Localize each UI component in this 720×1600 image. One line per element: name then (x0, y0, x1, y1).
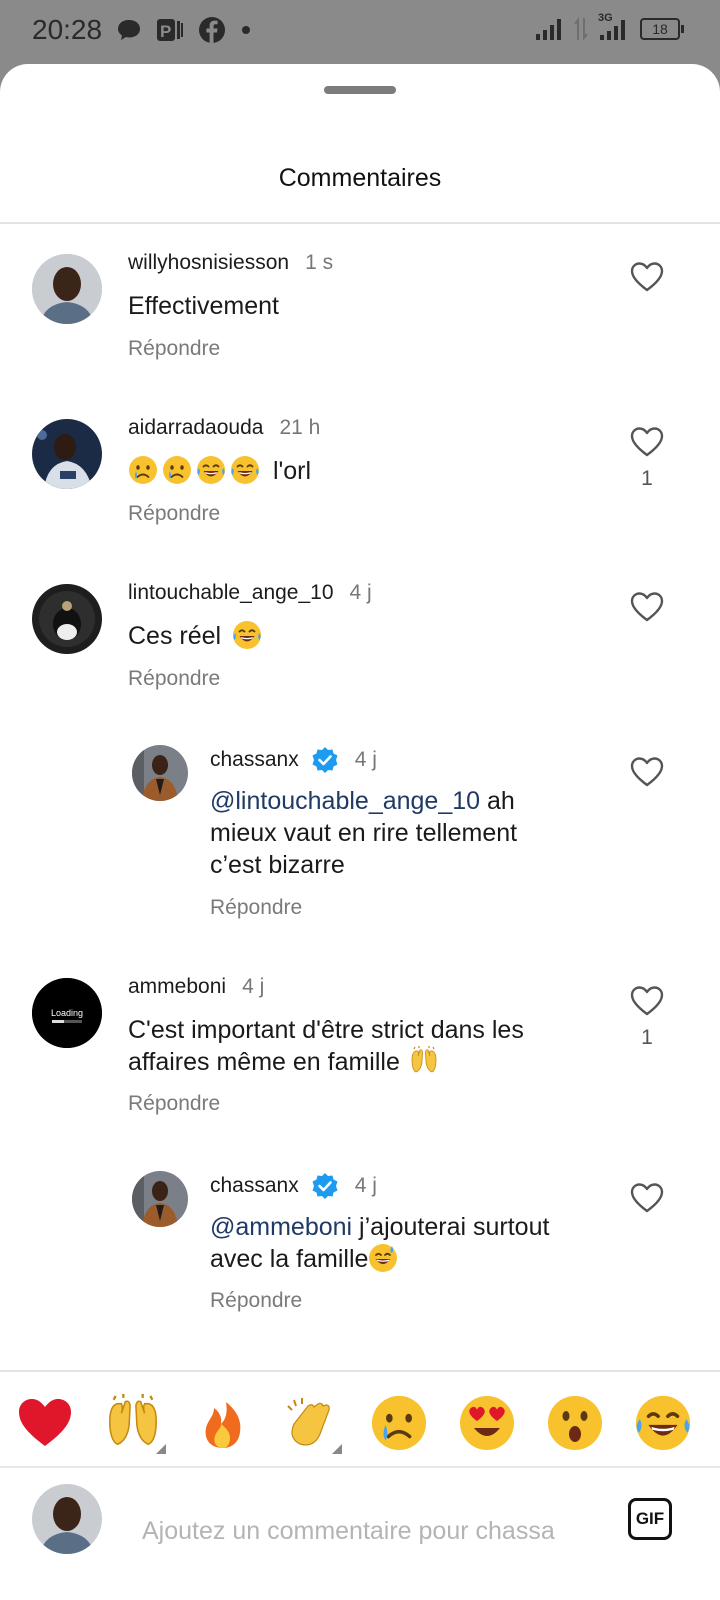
tears-of-joy-icon[interactable] (634, 1394, 692, 1452)
dot-icon (242, 26, 250, 34)
comment-username[interactable]: willyhosnisiesson (128, 251, 289, 275)
parking-icon: P (157, 19, 183, 41)
comment-text: ah (480, 787, 515, 815)
comment-text: j’ajouterai surtout (352, 1213, 550, 1241)
reaction-divider (0, 1370, 720, 1372)
reply-button[interactable]: Répondre (210, 1289, 302, 1313)
comment-time: 4 j (242, 975, 265, 998)
reply-button[interactable]: Répondre (128, 667, 220, 691)
comment-username[interactable]: lintouchable_ange_10 (128, 581, 334, 605)
avatar[interactable]: Loading (32, 978, 102, 1048)
comment-username[interactable]: chassanx (210, 748, 299, 772)
variant-indicator-icon (332, 1444, 342, 1454)
reply-button[interactable]: Répondre (128, 1092, 220, 1116)
quick-reactions (0, 1384, 720, 1468)
heart-eyes-face-icon[interactable] (458, 1394, 516, 1452)
comment-time: 21 h (279, 416, 321, 439)
surprised-face-icon[interactable] (546, 1394, 604, 1452)
raising-hands-reaction[interactable] (104, 1394, 166, 1456)
battery-level: 18 (652, 21, 668, 37)
tears-of-joy-icon (230, 455, 260, 485)
input-divider (0, 1466, 720, 1468)
comment-text: C'est important d'être strict dans les (128, 1016, 524, 1044)
comment-text: avec la famille (210, 1245, 369, 1273)
reply-button[interactable]: Répondre (210, 896, 302, 920)
comment-composer: GIF (0, 1470, 720, 1600)
signal-3g-icon (600, 20, 625, 40)
avatar-loading-text: Loading (51, 1008, 83, 1018)
facebook-icon (199, 17, 225, 43)
raising-hands-icon (409, 1046, 439, 1076)
comments-sheet: Commentaires willyhosnisiesson 1 s Effec… (0, 64, 720, 1600)
crying-face-icon[interactable] (370, 1394, 428, 1452)
avatar[interactable] (132, 1171, 188, 1227)
clapping-hands-reaction[interactable] (280, 1394, 342, 1456)
heart-outline-icon[interactable] (630, 756, 664, 788)
system-icons: 3G 18 (534, 12, 684, 42)
fire-icon[interactable] (194, 1394, 252, 1452)
like-count: 1 (641, 1026, 653, 1049)
sheet-title: Commentaires (278, 164, 442, 192)
comment-input[interactable] (140, 1510, 614, 1552)
comment-text: l'orl (272, 457, 312, 485)
chat-bubble-icon (118, 20, 140, 40)
clapping-hands-icon (287, 1398, 330, 1446)
title-divider (0, 222, 720, 224)
battery-icon: 18 (640, 18, 684, 40)
current-user-avatar (32, 1484, 102, 1554)
reply-button[interactable]: Répondre (128, 502, 220, 526)
comment-username[interactable]: ammeboni (128, 975, 226, 999)
like-count: 1 (641, 467, 653, 490)
comment-text: c’est bizarre (210, 851, 345, 879)
heart-outline-icon[interactable] (630, 985, 664, 1017)
heart-outline-icon[interactable] (630, 261, 664, 293)
data-arrows-icon (574, 17, 588, 41)
avatar[interactable] (32, 419, 102, 489)
comment-text: affaires même en famille (128, 1048, 400, 1076)
red-heart-icon[interactable] (16, 1394, 74, 1452)
status-time: 20:28 (32, 14, 103, 45)
avatar[interactable] (32, 584, 102, 654)
signal-3g-indicator: 3G (598, 12, 630, 42)
avatar[interactable] (132, 745, 188, 801)
comment-text: mieux vaut en rire tellement (210, 819, 518, 847)
verified-badge-icon (311, 746, 339, 774)
variant-indicator-icon (156, 1444, 166, 1454)
comment-time: 4 j (349, 581, 372, 604)
notification-icons: P (116, 16, 252, 44)
avatar[interactable] (32, 254, 102, 324)
tears-of-joy-icon (232, 620, 262, 650)
crying-face-icon (128, 455, 158, 485)
comment-text: Ces réel (128, 622, 222, 650)
tears-of-joy-icon (196, 455, 226, 485)
verified-badge-icon (311, 1172, 339, 1200)
comment-time: 4 j (354, 748, 377, 771)
heart-outline-icon[interactable] (630, 426, 664, 458)
gif-button[interactable]: GIF (628, 1498, 672, 1540)
svg-text:P: P (160, 22, 171, 41)
drag-handle[interactable] (324, 86, 396, 94)
comment-time: 4 j (354, 1174, 377, 1197)
comment-time: 1 s (305, 251, 334, 274)
mention-link[interactable]: @lintouchable_ange_10 (210, 787, 480, 815)
comment-username[interactable]: aidarradaouda (128, 416, 263, 440)
heart-outline-icon[interactable] (630, 591, 664, 623)
status-bar: 20:28 P 3G 18 (0, 0, 720, 64)
crying-face-icon (162, 455, 192, 485)
comment-text: Effectivement (128, 292, 280, 320)
signal-icon (536, 19, 561, 40)
heart-outline-icon[interactable] (630, 1182, 664, 1214)
mention-link[interactable]: @ammeboni (210, 1213, 352, 1241)
comment-username[interactable]: chassanx (210, 1174, 299, 1198)
raising-hands-icon (104, 1394, 162, 1452)
grinning-sweat-icon (368, 1243, 398, 1273)
reply-button[interactable]: Répondre (128, 337, 220, 361)
